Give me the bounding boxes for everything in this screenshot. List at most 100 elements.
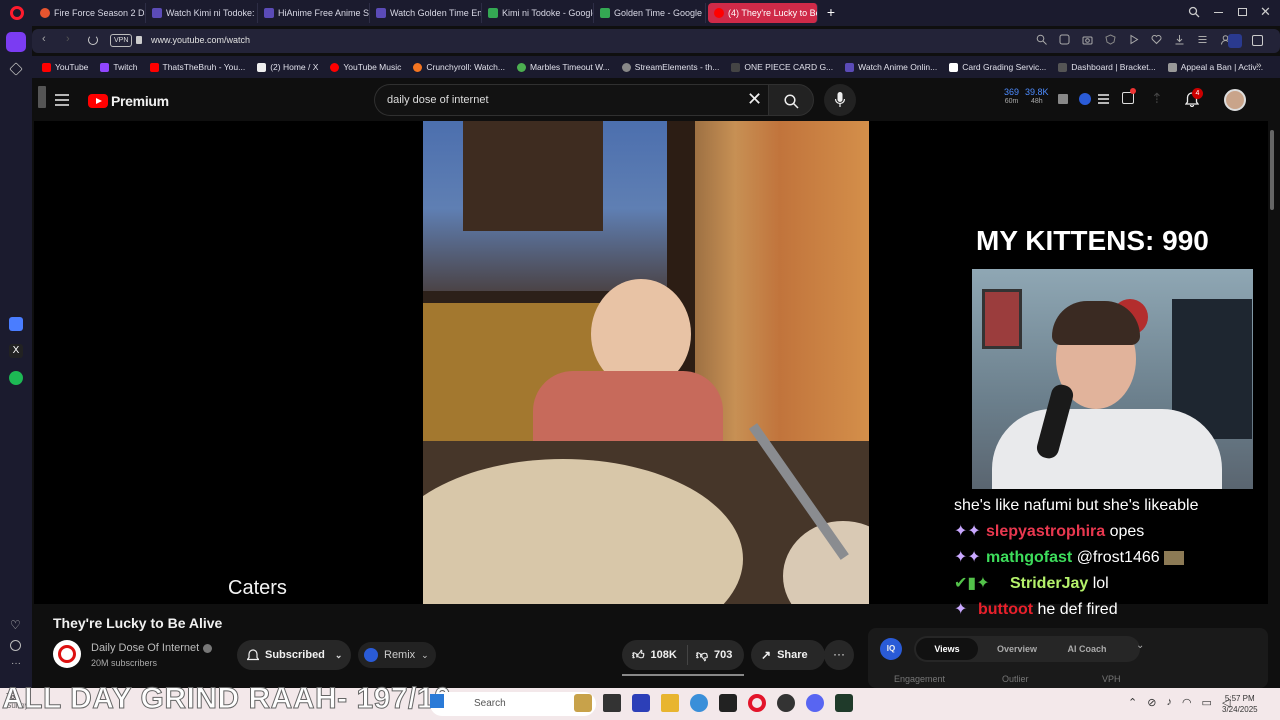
forward-icon[interactable]: › — [66, 33, 70, 45]
notifications-icon[interactable]: 4 — [1184, 88, 1203, 112]
tab-favicon-icon — [376, 8, 386, 18]
chat-message: ✦✦ mathgofast @frost1466 — [954, 545, 1268, 571]
create-icon[interactable] — [1122, 88, 1136, 104]
bookmark[interactable]: YouTube Music — [324, 62, 407, 72]
chevron-down-icon[interactable]: ⌄ — [1136, 640, 1144, 651]
more-icon[interactable]: ··· — [11, 658, 21, 669]
browser-tab[interactable]: Kimi ni Todoke - Google — [482, 3, 594, 23]
discord-icon[interactable] — [806, 694, 824, 712]
dislike-button[interactable]: 👎︎ 703 — [688, 648, 741, 663]
list-menu-icon[interactable] — [1098, 94, 1109, 104]
bookmark-favicon-icon — [731, 62, 741, 72]
bookmark[interactable]: StreamElements - th... — [616, 62, 726, 72]
aria-icon[interactable] — [9, 317, 23, 331]
browser-tab[interactable]: HiAnime Free Anime Strea — [258, 3, 370, 23]
vidiq-stats-widget[interactable]: 369 60m 39.8K 48h — [1004, 88, 1049, 106]
youtube-logo[interactable]: Premium — [88, 93, 169, 109]
bookmark[interactable]: Twitch — [94, 62, 143, 72]
subscribed-button[interactable]: Subscribed ⌄ — [237, 640, 351, 670]
history-icon[interactable] — [10, 640, 21, 651]
clock[interactable]: 5:57 PM 3/24/2025 — [1222, 693, 1258, 715]
minimize-icon[interactable] — [1214, 12, 1223, 13]
search-input[interactable]: daily dose of internet — [387, 94, 489, 106]
close-window-icon[interactable]: ✕ — [1260, 4, 1271, 20]
share-button[interactable]: ↗ Share — [751, 640, 825, 670]
maximize-icon[interactable] — [1238, 8, 1247, 16]
bookmark[interactable]: Appeal a Ban | Activ... — [1162, 62, 1269, 72]
file-explorer-icon[interactable] — [661, 694, 679, 712]
bookmark[interactable]: (2) Home / X — [251, 62, 324, 72]
upload-icon[interactable]: ⇡ — [1151, 90, 1163, 107]
taskbar-search[interactable]: Search — [430, 692, 596, 716]
vscode-icon[interactable] — [632, 694, 650, 712]
spotify-icon[interactable] — [9, 371, 23, 385]
reload-icon[interactable] — [88, 35, 98, 45]
menu-icon[interactable] — [1197, 34, 1208, 45]
home-icon[interactable] — [6, 32, 26, 52]
url-field[interactable]: www.youtube.com/watch — [151, 35, 250, 45]
download-icon[interactable] — [1174, 34, 1185, 45]
bookmark[interactable]: YouTube — [32, 62, 94, 72]
account-avatar[interactable] — [1224, 89, 1246, 111]
browser-tab[interactable]: Watch Golden Time Engl — [370, 3, 482, 23]
search-box[interactable]: daily dose of internet ✕ — [374, 84, 788, 116]
tab-ai-coach[interactable]: AI Coach — [1056, 644, 1118, 654]
bookmark[interactable]: Crunchyroll: Watch... — [407, 62, 511, 72]
bookmark[interactable]: Card Grading Servic... — [943, 62, 1052, 72]
bookmark[interactable]: ONE PIECE CARD G... — [725, 62, 839, 72]
search-button[interactable] — [768, 84, 814, 116]
translate-icon[interactable] — [1059, 34, 1070, 45]
channel-avatar[interactable] — [53, 640, 81, 668]
vidiq-icon[interactable] — [1079, 93, 1091, 105]
bookmark[interactable]: Dashboard | Bracket... — [1052, 62, 1161, 72]
tab-overview[interactable]: Overview — [978, 644, 1056, 654]
search-tabs-icon[interactable] — [1188, 6, 1200, 18]
search-in-page-icon[interactable] — [1036, 34, 1047, 45]
display-icon[interactable]: ▭ — [1202, 696, 1212, 709]
play-icon[interactable] — [1128, 34, 1139, 45]
voice-search-button[interactable] — [824, 84, 856, 116]
chart-icon[interactable] — [1058, 94, 1068, 104]
browser-tab[interactable]: Golden Time - Google Dri — [594, 3, 706, 23]
browser-tab-active[interactable]: (4) They're Lucky to Be — [708, 3, 818, 23]
browser-tab[interactable]: Watch Kimi ni Todoke: Fr — [146, 3, 258, 23]
video-player[interactable]: Caters MY KITTENS: 990 she's like nafumi… — [34, 121, 1268, 618]
network-icon[interactable]: ⊘ — [1147, 696, 1156, 709]
bookmarks-overflow-icon[interactable]: » — [1256, 60, 1262, 71]
more-actions-button[interactable]: ··· — [824, 640, 854, 670]
new-tab-icon[interactable]: + — [824, 5, 838, 19]
tab-views[interactable]: Views — [916, 638, 978, 660]
vidiq-logo-icon[interactable]: IQ — [880, 638, 902, 660]
opera-taskbar-icon[interactable] — [748, 694, 766, 712]
clear-search-icon[interactable]: ✕ — [747, 89, 762, 110]
steam-icon[interactable] — [777, 694, 795, 712]
bookmark[interactable]: Watch Anime Onlin... — [839, 62, 943, 72]
extension-icon[interactable] — [1228, 34, 1242, 48]
speed-dial-icon[interactable] — [9, 62, 23, 76]
back-icon[interactable]: ‹ — [42, 33, 46, 45]
favorites-heart-icon[interactable]: ♡ — [10, 618, 21, 632]
bookmark[interactable]: ThatsTheBruh - You... — [144, 62, 252, 72]
obs-icon[interactable] — [835, 694, 853, 712]
browser-tab[interactable]: Fire Force Season 2 Dark — [34, 3, 146, 23]
channel-name[interactable]: Daily Dose Of Internet — [91, 642, 213, 654]
camera-icon[interactable] — [1082, 34, 1093, 45]
app-icon[interactable] — [719, 694, 737, 712]
widget-icon[interactable] — [574, 694, 592, 712]
vpn-badge[interactable]: VPN — [110, 34, 133, 47]
shield-icon[interactable] — [1105, 34, 1116, 45]
tray-chevron-icon[interactable]: ⌃ — [1128, 696, 1137, 709]
like-button[interactable]: 👍︎ 108K — [622, 645, 688, 665]
wifi-icon[interactable]: ◠ — [1182, 696, 1192, 709]
bookmark[interactable]: Marbles Timeout W... — [511, 62, 616, 72]
page-scrollbar[interactable] — [1270, 130, 1274, 210]
heart-icon[interactable] — [1151, 34, 1162, 45]
opera-logo[interactable] — [10, 6, 24, 20]
cube-icon[interactable] — [1252, 35, 1263, 46]
x-app-icon[interactable]: X — [9, 344, 23, 358]
remix-button[interactable]: Remix ⌄ — [358, 642, 436, 668]
task-view-icon[interactable] — [603, 694, 621, 712]
edge-icon[interactable] — [690, 694, 708, 712]
hamburger-menu-icon[interactable] — [55, 94, 69, 106]
mic-tray-icon[interactable]: ♪ — [1166, 696, 1172, 709]
